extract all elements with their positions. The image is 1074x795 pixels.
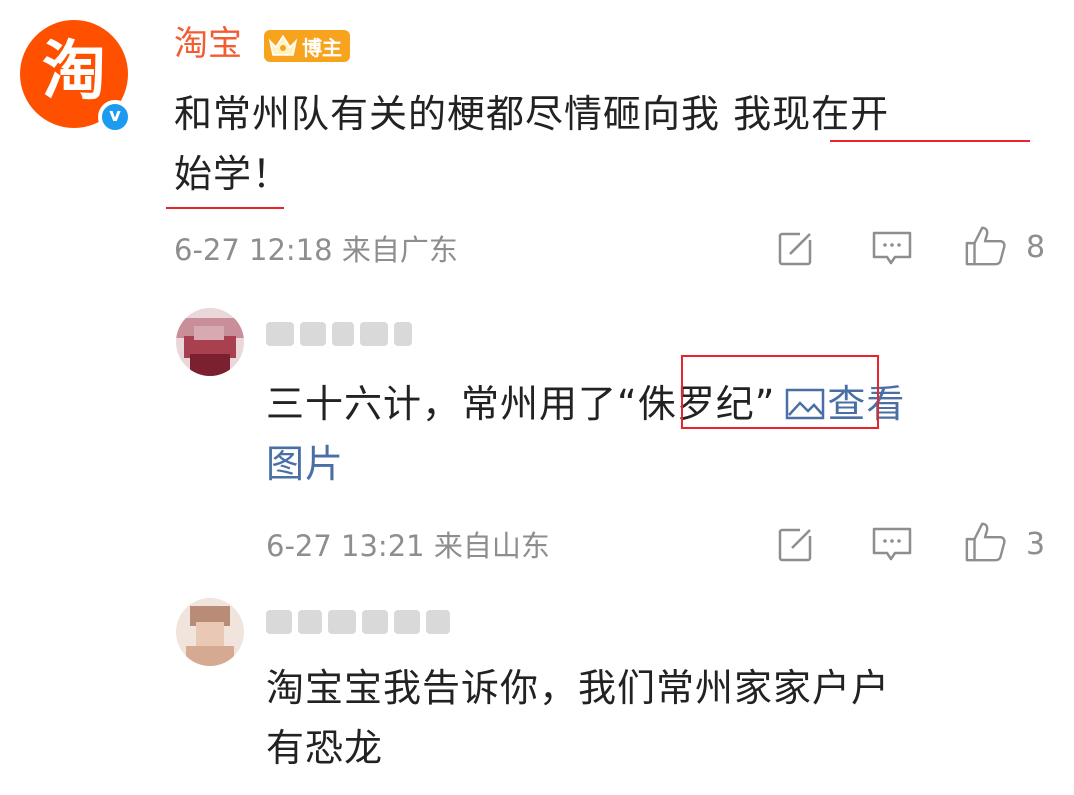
verified-badge-icon: v	[98, 100, 132, 134]
blogger-badge-label: 博主	[302, 35, 342, 60]
comment-icon	[872, 527, 912, 561]
thumbs-up-icon	[965, 226, 1006, 266]
reply-avatar[interactable]	[176, 308, 244, 376]
underlined-text: 我现在开	[733, 92, 890, 136]
reply-avatar[interactable]	[176, 598, 244, 666]
comment-meta: 6-27 12:18 来自广东	[174, 232, 458, 268]
reply-username-blurred[interactable]	[266, 318, 412, 350]
location: 来自广东	[341, 233, 458, 267]
author-username[interactable]: 淘宝	[174, 22, 242, 66]
main-comment-text: 和常州队有关的梗都尽情砸向我 我现在开 始学！	[174, 92, 890, 196]
timestamp: 6-27 13:21	[266, 529, 425, 563]
highlight-box	[681, 355, 879, 429]
comment-button[interactable]	[870, 522, 914, 566]
thumbs-up-icon	[965, 522, 1006, 562]
like-button[interactable]	[964, 520, 1008, 564]
red-underline	[166, 207, 284, 209]
comment-button[interactable]	[870, 226, 914, 270]
like-count: 3	[1026, 527, 1046, 562]
taobao-logo-glyph: 淘	[42, 35, 106, 109]
blurred-avatar-image	[176, 598, 244, 666]
blogger-badge[interactable]: 博主	[264, 30, 350, 62]
red-underline	[830, 140, 1030, 142]
edit-share-icon	[778, 526, 814, 562]
edit-share-icon	[778, 230, 814, 266]
timestamp: 6-27 12:18	[174, 233, 333, 267]
repost-button[interactable]	[774, 226, 818, 270]
repost-button[interactable]	[774, 522, 818, 566]
underlined-text: 始学！	[174, 152, 292, 196]
location: 来自山东	[433, 529, 550, 563]
reply-text: 三十六计，常州用了“侏罗纪” 查看 图片	[266, 382, 906, 486]
reply-meta: 6-27 13:21 来自山东	[266, 528, 550, 564]
crown-icon	[268, 34, 298, 56]
comment-icon	[872, 231, 912, 265]
reply-text: 淘宝宝我告诉你，我们常州家家户户 有恐龙	[266, 666, 891, 770]
like-count: 8	[1026, 230, 1046, 265]
like-button[interactable]	[964, 224, 1008, 268]
reply-username-blurred[interactable]	[266, 606, 450, 638]
blurred-avatar-image	[176, 308, 244, 376]
